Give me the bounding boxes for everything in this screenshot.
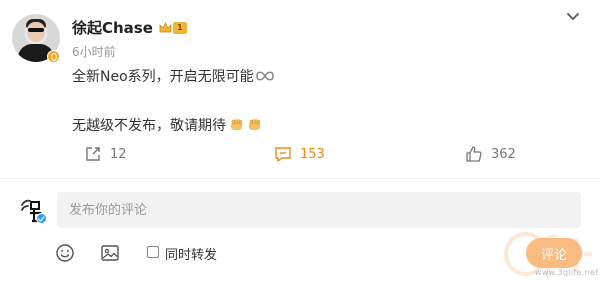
comment-input[interactable] [57,192,581,228]
image-icon[interactable] [100,243,120,263]
fist-icon [231,119,243,130]
verified-blue-icon [36,213,47,224]
watermark-url: www.3glife.net [535,268,599,277]
post-text-line1-content: 全新Neo系列，开启无限可能 [72,69,254,85]
post-text-line2-content: 无越级不发布，敬请期待 [72,118,226,134]
user-line: 徐起Chase 1 [72,17,187,38]
comment-button[interactable]: 153 [274,145,325,163]
like-button[interactable]: 362 [465,145,516,163]
weibo-post: 徐起Chase 1 6小时前 全新Neo系列，开启无限可能 无越级不发布，敬请期… [0,0,600,178]
fist-icon [249,119,261,130]
comment-count: 153 [300,146,325,162]
post-text-line2: 无越级不发布，敬请期待 [72,115,262,135]
username[interactable]: 徐起Chase [72,17,153,38]
crown-icon [159,21,172,32]
divider [0,178,600,179]
like-count: 362 [491,146,516,162]
avatar-head [27,22,45,42]
verified-orange-icon [47,50,60,63]
emoji-icon[interactable] [55,243,75,263]
post-text-line1: 全新Neo系列，开启无限可能 [72,66,275,86]
thumbs-up-icon [466,146,482,162]
repost-checkbox[interactable] [147,246,159,258]
vip-level: 1 [172,21,187,34]
share-count: 12 [110,146,127,162]
repost-label[interactable]: 同时转发 [165,244,217,263]
share-icon [86,147,100,161]
post-actions: 12 153 362 [0,140,600,168]
post-time[interactable]: 6小时前 [72,43,116,60]
vip-badge[interactable]: 1 [159,21,187,35]
infinity-icon [255,71,274,81]
comment-icon [275,147,291,162]
submit-comment-button[interactable]: 评论 [526,238,582,268]
share-button[interactable]: 12 [84,145,127,163]
avatar-sunglasses [28,28,44,32]
chevron-down-icon[interactable] [566,12,580,22]
